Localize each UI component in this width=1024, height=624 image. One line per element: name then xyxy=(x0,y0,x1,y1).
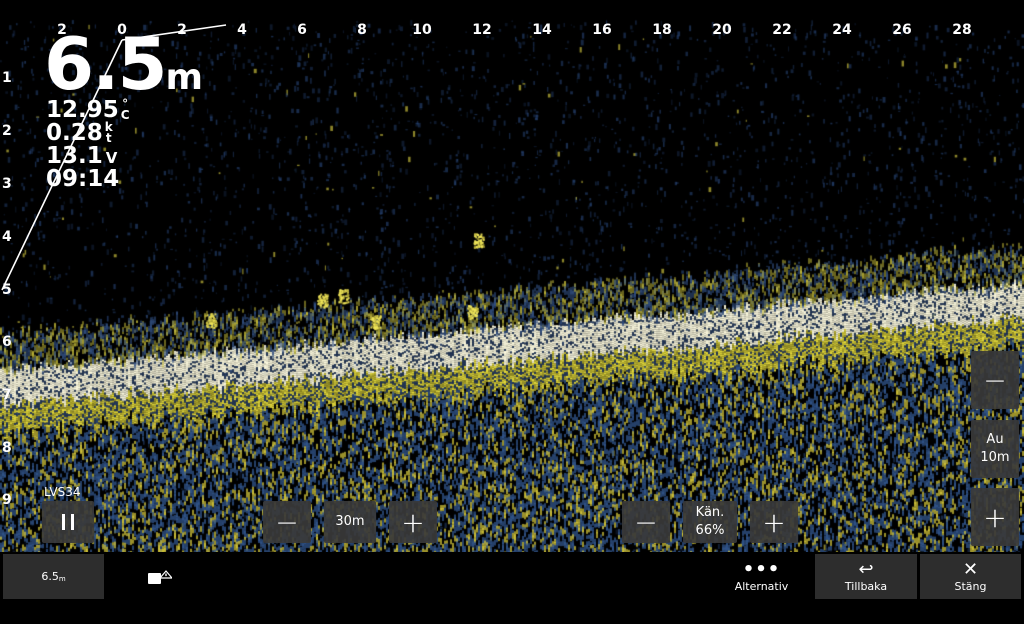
scale-label: 7 xyxy=(2,387,12,403)
channel-label: LVS34 xyxy=(44,485,81,499)
speed-unit-bottom: t xyxy=(105,131,112,145)
scale-label: 10 xyxy=(412,22,432,38)
depth-databox-unit: m xyxy=(58,574,66,583)
gain-display[interactable]: Kän. 66% xyxy=(683,501,737,543)
speed-readout: 0.28 k t xyxy=(46,121,113,145)
back-label: Tillbaka xyxy=(844,580,888,593)
scale-label: 26 xyxy=(892,22,912,38)
close-label: Stäng xyxy=(954,580,987,593)
voltage-unit: V xyxy=(105,149,118,167)
range-increase-button[interactable]: + xyxy=(389,501,437,543)
gain-label: Kän. xyxy=(695,505,725,520)
gain-decrease-button[interactable]: − xyxy=(622,501,670,543)
more-dots-icon: ••• xyxy=(742,559,781,580)
scale-label: 9 xyxy=(2,492,12,508)
range-decrease-button[interactable]: − xyxy=(263,501,311,543)
pause-button[interactable] xyxy=(42,501,94,543)
scale-label: 6 xyxy=(2,334,12,350)
scale-label: 16 xyxy=(592,22,612,38)
options-button[interactable]: ••• Alternativ xyxy=(714,554,809,599)
range-value[interactable]: 30m xyxy=(324,501,376,543)
depth-value: 6.5 xyxy=(44,22,168,106)
scale-label: 6 xyxy=(297,22,307,38)
scale-label: 24 xyxy=(832,22,852,38)
bottom-bar: 6.5 m ••• Alternativ ↩ Tillbaka ✕ Stäng xyxy=(0,552,1024,624)
zoom-mode: Au xyxy=(986,432,1004,447)
gain-increase-button[interactable]: + xyxy=(750,501,798,543)
scale-label: 8 xyxy=(357,22,367,38)
zoom-value: 10m xyxy=(980,450,1010,465)
scale-label: 14 xyxy=(532,22,552,38)
close-button[interactable]: ✕ Stäng xyxy=(920,554,1021,599)
zoom-increase-button[interactable]: + xyxy=(971,488,1019,546)
depth-databox-button[interactable]: 6.5 m xyxy=(3,554,104,599)
close-icon: ✕ xyxy=(962,559,979,580)
depth-databox-value: 6.5 xyxy=(41,570,59,583)
transducer-warning-icon[interactable] xyxy=(146,566,174,588)
back-button[interactable]: ↩ Tillbaka xyxy=(815,554,917,599)
back-arrow-icon: ↩ xyxy=(858,559,874,580)
scale-label: 20 xyxy=(712,22,732,38)
scale-label: 12 xyxy=(472,22,492,38)
zoom-decrease-button[interactable]: − xyxy=(971,351,1019,409)
options-label: Alternativ xyxy=(734,580,789,593)
temperature-unit-bottom: C xyxy=(120,108,130,122)
zoom-display[interactable]: Au 10m xyxy=(971,420,1019,478)
temperature-readout: 12.95 ° C xyxy=(46,98,130,122)
depth-unit: m xyxy=(165,57,204,98)
time-readout: 09:14 xyxy=(46,168,119,191)
gain-value: 66% xyxy=(695,523,725,538)
scale-label: 8 xyxy=(2,440,12,456)
time-value: 09:14 xyxy=(46,166,120,192)
scale-label: 28 xyxy=(952,22,972,38)
pause-icon xyxy=(62,514,74,530)
scale-label: 22 xyxy=(772,22,792,38)
scale-label: 18 xyxy=(652,22,672,38)
